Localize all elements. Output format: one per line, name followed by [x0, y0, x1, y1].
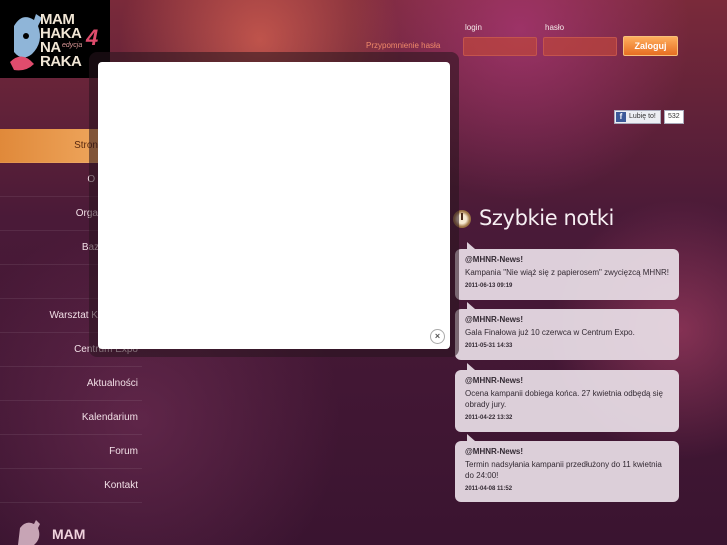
note-date: 2011-04-08 11:52: [465, 486, 513, 492]
login-input[interactable]: [463, 37, 537, 56]
note-author[interactable]: @MHNR-News!: [465, 447, 669, 456]
nav-item-news[interactable]: Aktualności: [0, 367, 142, 401]
note-date: 2011-05-31 14:33: [465, 343, 513, 349]
like-label: Lubię to!: [629, 113, 656, 120]
nav-item-calendar[interactable]: Kalendarium: [0, 401, 142, 435]
login-label: login: [465, 23, 482, 32]
fish-icon: [18, 520, 40, 545]
nav-item-forum[interactable]: Forum: [0, 435, 142, 469]
note-date: 2011-06-13 09:19: [465, 283, 513, 289]
footer-logo-word: MAM: [52, 526, 86, 542]
note-date: 2011-04-22 13:32: [465, 415, 513, 421]
note-item: @MHNR-News! Ocena kampanii dobiega końca…: [455, 363, 679, 432]
note-author[interactable]: @MHNR-News!: [465, 255, 669, 264]
close-icon[interactable]: ×: [430, 329, 445, 344]
note-text: Kampania "Nie wiąż się z papierosem" zwy…: [465, 268, 669, 277]
note-author[interactable]: @MHNR-News!: [465, 315, 669, 324]
fish-icon: [10, 14, 42, 71]
notes-title: Szybkie notki: [479, 206, 614, 230]
note-text: Ocena kampanii dobiega końca. 27 kwietni…: [465, 389, 663, 409]
logo-edition-number: 4: [86, 25, 99, 50]
like-count: 532: [664, 110, 684, 124]
modal-dialog: [98, 62, 450, 349]
logo-word-4: RAKA: [40, 53, 82, 70]
note-item: @MHNR-News! Termin nadsyłania kampanii p…: [455, 434, 679, 502]
note-text: Termin nadsyłania kampanii przedłużony d…: [465, 460, 662, 480]
facebook-like-button[interactable]: f Lubię to!: [614, 110, 661, 124]
login-button[interactable]: Zaloguj: [623, 36, 678, 56]
note-item: @MHNR-News! Gala Finałowa już 10 czerwca…: [455, 302, 679, 360]
facebook-icon: f: [616, 112, 626, 122]
forgot-password-link[interactable]: Przypomnienie hasła: [366, 41, 440, 50]
nav-item-contact[interactable]: Kontakt: [0, 469, 142, 503]
note-item: @MHNR-News! Kampania "Nie wiąż się z pap…: [455, 242, 679, 300]
password-label: hasło: [545, 23, 565, 32]
logo-edition-label: edycja: [62, 42, 83, 49]
password-input[interactable]: [543, 37, 617, 56]
footer-logo: MAM: [14, 518, 104, 545]
note-author[interactable]: @MHNR-News!: [465, 376, 669, 385]
note-text: Gala Finałowa już 10 czerwca w Centrum E…: [465, 328, 635, 337]
